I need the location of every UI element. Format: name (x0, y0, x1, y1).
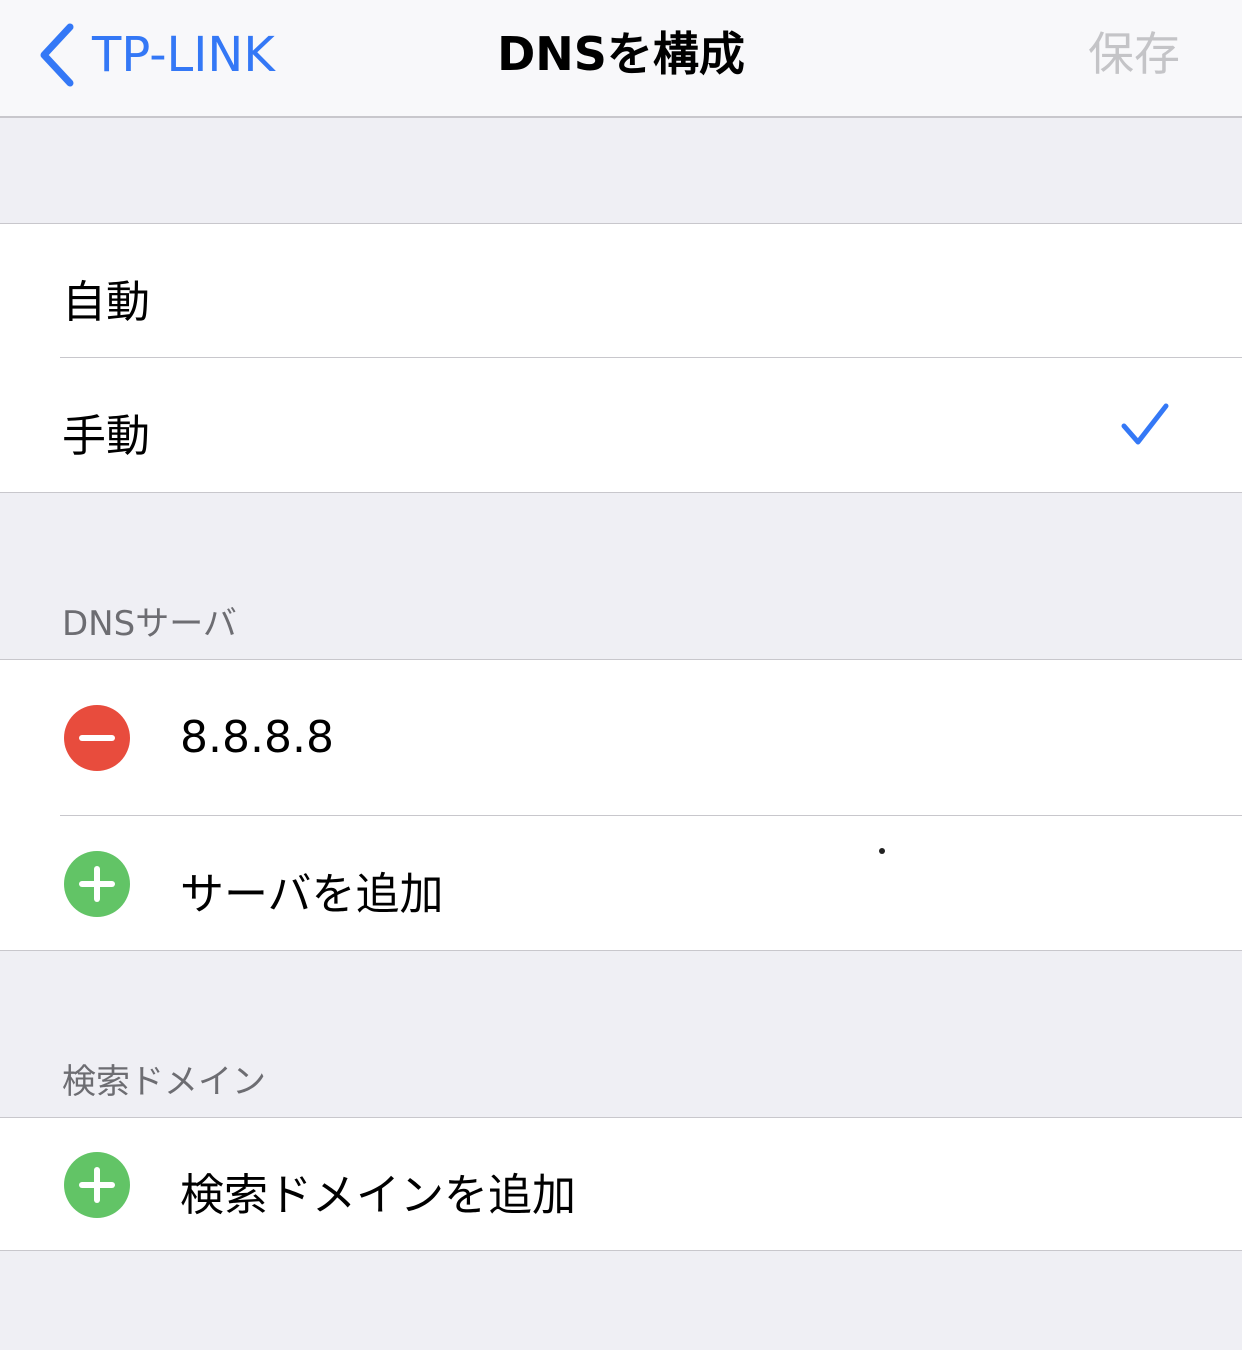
add-search-domain-row[interactable]: 検索ドメインを追加 (0, 1118, 1242, 1250)
dns-mode-group: 自動 手動 (0, 223, 1242, 493)
dns-server-address[interactable]: 8.8.8.8 (180, 712, 334, 763)
plus-circle-icon[interactable] (64, 1152, 130, 1218)
dns-server-row[interactable]: 8.8.8.8 (0, 660, 1242, 816)
checkmark-icon (1121, 403, 1169, 445)
mode-option-label: 手動 (62, 411, 150, 462)
add-server-label: サーバを追加 (180, 869, 444, 920)
search-domains-header: 検索ドメイン (62, 1062, 266, 1102)
page-title: DNSを構成 (497, 27, 745, 81)
search-domains-group: 検索ドメインを追加 (0, 1117, 1242, 1251)
touch-indicator-dot (879, 848, 885, 854)
plus-circle-icon[interactable] (64, 851, 130, 917)
navigation-bar: TP-LINK DNSを構成 保存 (0, 0, 1242, 118)
save-button[interactable]: 保存 (1088, 22, 1180, 86)
add-search-domain-label: 検索ドメインを追加 (180, 1170, 576, 1221)
add-server-row[interactable]: サーバを追加 (0, 816, 1242, 950)
mode-option-manual[interactable]: 手動 (0, 358, 1242, 492)
mode-option-automatic[interactable]: 自動 (0, 224, 1242, 358)
dns-servers-group: 8.8.8.8 サーバを追加 (0, 659, 1242, 951)
minus-circle-icon[interactable] (64, 705, 130, 771)
mode-option-label: 自動 (62, 277, 150, 328)
dns-servers-header: DNSサーバ (62, 604, 237, 644)
